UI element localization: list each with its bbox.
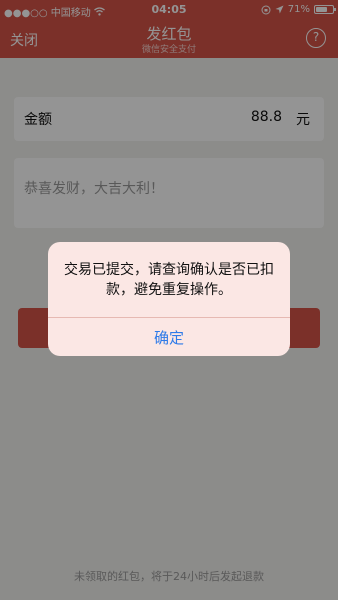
alert-message: 交易已提交，请查询确认是否已扣款，避免重复操作。 [64, 262, 274, 298]
confirm-button[interactable]: 确定 [48, 318, 290, 356]
alert-dialog: 交易已提交，请查询确认是否已扣款，避免重复操作。 确定 [48, 242, 290, 356]
